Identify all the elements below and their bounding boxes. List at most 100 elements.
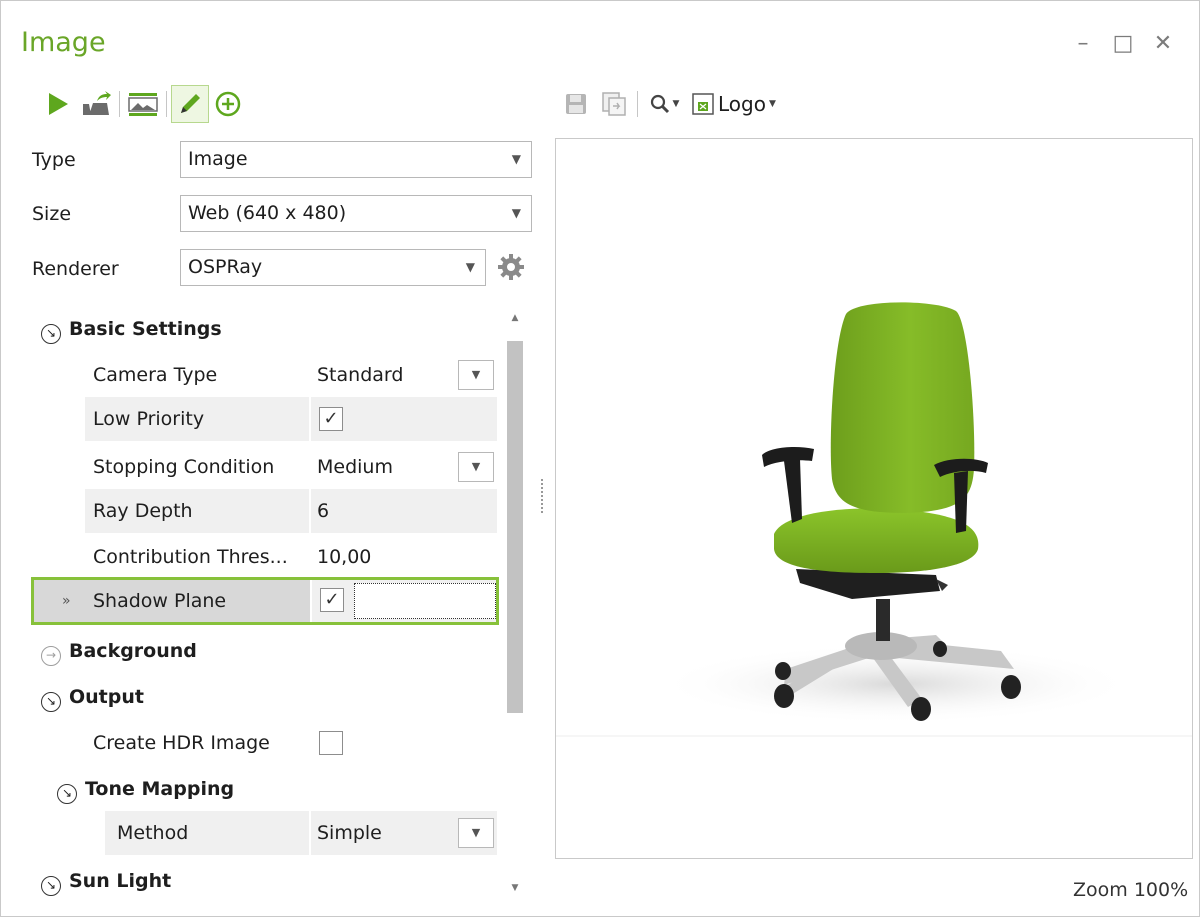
property-value: 10,00 — [317, 546, 372, 568]
toolbar-separator — [637, 91, 638, 117]
copy-image-button[interactable] — [595, 85, 633, 123]
magnifier-icon — [650, 94, 669, 114]
property-row-contribution-threshold[interactable]: Contribution Thres... 10,00 — [31, 535, 497, 579]
section-title: Basic Settings — [69, 318, 222, 340]
row-background — [311, 489, 497, 533]
property-label: Low Priority — [93, 408, 205, 430]
toolbar-separator — [119, 91, 120, 117]
size-select[interactable]: Web (640 x 480) ▼ — [180, 195, 532, 232]
add-button[interactable] — [209, 85, 247, 123]
section-title: Tone Mapping — [85, 778, 235, 800]
zoom-status: Zoom 100% — [1073, 879, 1189, 901]
image-settings-icon — [128, 93, 158, 116]
render-button[interactable] — [39, 85, 77, 123]
render-toolbar — [39, 85, 247, 123]
property-row-create-hdr[interactable]: Create HDR Image — [31, 721, 497, 765]
edit-pencil-icon — [181, 94, 200, 113]
section-title: Background — [69, 640, 197, 662]
close-button[interactable]: ✕ — [1151, 31, 1175, 56]
size-label: Size — [32, 203, 72, 225]
save-image-button[interactable] — [557, 85, 595, 123]
property-row-low-priority[interactable]: Low Priority ✓ — [31, 397, 497, 441]
property-label: Camera Type — [93, 364, 218, 386]
property-label: Create HDR Image — [93, 732, 270, 754]
minimize-button[interactable]: – — [1071, 31, 1095, 56]
chevron-down-icon: ▼ — [672, 99, 680, 109]
size-value: Web (640 x 480) — [188, 202, 347, 224]
current-row-icon: » — [62, 593, 71, 609]
property-row-shadow-plane[interactable]: » Shadow Plane ✓ — [31, 577, 499, 625]
type-label: Type — [32, 149, 76, 171]
property-grid: ↘ Basic Settings Camera Type Standard ▼ L… — [31, 309, 501, 909]
renderer-value: OSPRay — [188, 256, 263, 278]
image-settings-button[interactable] — [124, 85, 162, 123]
save-icon — [566, 94, 586, 114]
method-dropdown-button[interactable]: ▼ — [458, 818, 494, 848]
collapsed-icon: → — [41, 646, 61, 666]
add-circle-icon — [215, 91, 241, 117]
create-hdr-checkbox[interactable] — [319, 731, 343, 755]
shadow-plane-checkbox[interactable]: ✓ — [320, 588, 344, 612]
low-priority-checkbox[interactable]: ✓ — [319, 407, 343, 431]
chevron-down-icon: ▼ — [768, 99, 776, 109]
property-scrollbar[interactable]: ▲ ▼ — [507, 309, 523, 899]
section-tone-mapping[interactable]: ↘ Tone Mapping — [57, 769, 234, 809]
dropdown-arrow-icon: ▼ — [471, 826, 481, 839]
property-label: Shadow Plane — [93, 590, 227, 612]
section-title: Sun Light — [69, 870, 172, 892]
type-value: Image — [188, 148, 248, 170]
renderer-select[interactable]: OSPRay ▼ — [180, 249, 486, 286]
stopping-condition-dropdown-button[interactable]: ▼ — [458, 452, 494, 482]
camera-type-dropdown-button[interactable]: ▼ — [458, 360, 494, 390]
scroll-up-icon[interactable]: ▲ — [507, 313, 523, 323]
property-row-stopping-condition[interactable]: Stopping Condition Medium ▼ — [31, 445, 497, 489]
section-background[interactable]: → Background — [41, 631, 197, 671]
property-row-ray-depth[interactable]: Ray Depth 6 — [31, 489, 497, 533]
expanded-icon: ↘ — [41, 692, 61, 712]
section-sun-light[interactable]: ↘ Sun Light — [41, 861, 171, 901]
preview-toolbar: ▼ Logo ▼ — [557, 85, 802, 123]
property-label: Contribution Thres... — [93, 546, 288, 568]
property-row-camera-type[interactable]: Camera Type Standard ▼ — [31, 353, 497, 397]
gear-icon — [498, 254, 524, 280]
dropdown-arrow-icon: ▼ — [471, 460, 481, 473]
maximize-button[interactable]: □ — [1111, 31, 1135, 56]
section-title: Output — [69, 686, 144, 708]
panel-splitter[interactable] — [541, 479, 543, 513]
logo-image-icon — [692, 93, 714, 115]
property-row-method[interactable]: Method Simple ▼ — [31, 811, 497, 855]
section-basic-settings[interactable]: ↘ Basic Settings — [41, 309, 222, 349]
logo-label: Logo — [718, 92, 766, 116]
rendered-chair-image — [556, 139, 1192, 858]
window-title: Image — [21, 27, 106, 58]
check-icon: ✓ — [324, 589, 340, 610]
image-window: Image – □ ✕ Type Image ▼ Size Web (640 x… — [0, 0, 1200, 917]
export-button[interactable] — [77, 85, 115, 123]
scroll-down-icon[interactable]: ▼ — [507, 883, 523, 893]
render-preview — [555, 138, 1193, 859]
property-label: Stopping Condition — [93, 456, 275, 478]
dropdown-arrow-icon: ▼ — [465, 260, 475, 274]
property-value: Simple — [317, 822, 382, 844]
dropdown-arrow-icon: ▼ — [471, 368, 481, 381]
focus-cell[interactable] — [354, 583, 496, 619]
expanded-icon: ↘ — [41, 876, 61, 896]
property-value: Medium — [317, 456, 393, 478]
toolbar-separator — [166, 91, 167, 117]
scrollbar-thumb[interactable] — [507, 341, 523, 713]
property-value: 6 — [317, 500, 330, 522]
logo-menu-button[interactable]: Logo ▼ — [686, 85, 802, 123]
renderer-settings-button[interactable] — [497, 253, 525, 281]
zoom-menu-button[interactable]: ▼ — [642, 85, 686, 123]
type-select[interactable]: Image ▼ — [180, 141, 532, 178]
property-label: Method — [117, 822, 189, 844]
expanded-icon: ↘ — [57, 784, 77, 804]
property-value: Standard — [317, 364, 404, 386]
section-output[interactable]: ↘ Output — [41, 677, 144, 717]
dropdown-arrow-icon: ▼ — [511, 206, 521, 220]
play-icon — [49, 93, 68, 115]
property-label: Ray Depth — [93, 500, 193, 522]
edit-button[interactable] — [171, 85, 209, 123]
check-icon: ✓ — [323, 408, 339, 429]
renderer-label: Renderer — [32, 258, 119, 280]
